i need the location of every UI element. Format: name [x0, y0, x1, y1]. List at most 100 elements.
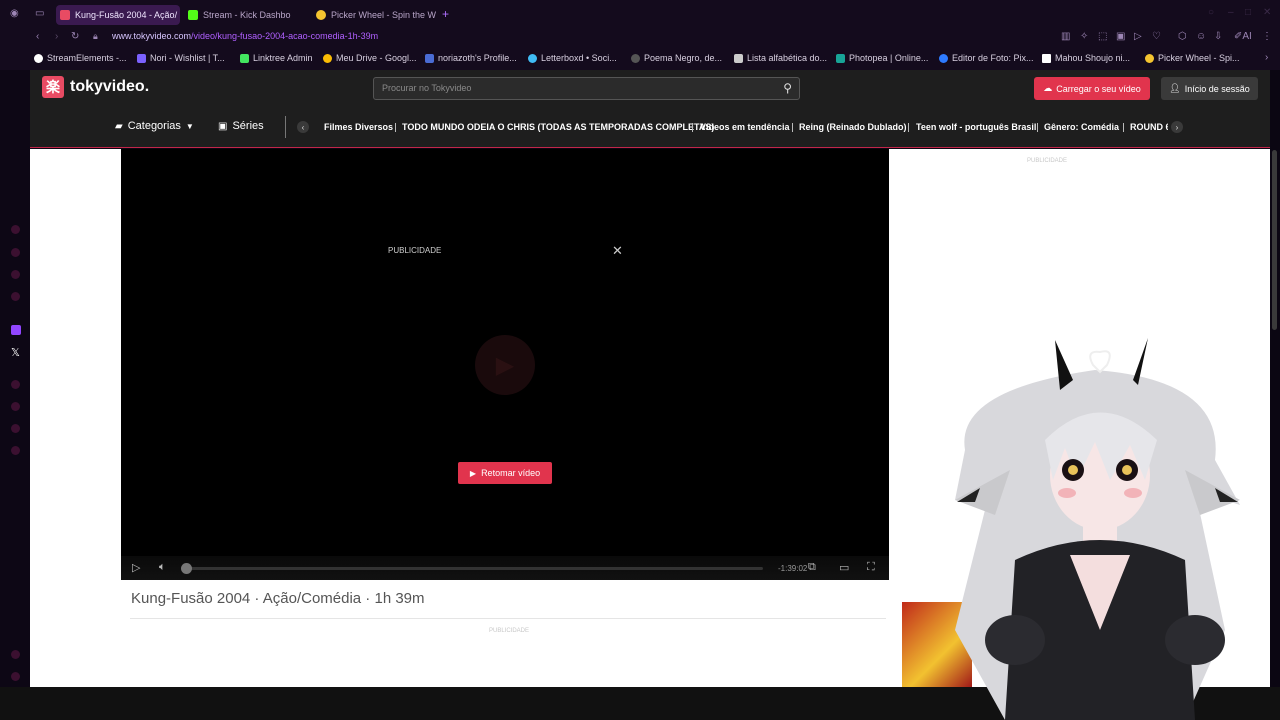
bookmark-poema-negro[interactable]: Poema Negro, de...	[631, 53, 722, 63]
bookmark-letterboxd[interactable]: Letterboxd • Soci...	[528, 53, 617, 63]
twitch-extension-icon[interactable]: ▣	[1116, 31, 1125, 42]
page-scrollbar[interactable]	[1272, 150, 1277, 330]
bookmark-icon[interactable]: ✧	[1080, 31, 1088, 42]
play-button-icon[interactable]: ▷	[132, 561, 140, 574]
progress-bar[interactable]	[183, 567, 763, 570]
nav-link-filmes-diversos[interactable]: Filmes Diversos	[324, 122, 393, 132]
progress-knob[interactable]	[181, 563, 192, 574]
nav-link-reing[interactable]: Reing (Reinado Dublado)	[799, 122, 907, 132]
screenshot-icon[interactable]: ⬚	[1098, 31, 1107, 42]
extensions-icon[interactable]: ⬡	[1178, 31, 1187, 42]
browser-tab-bar: ◉ ▭ Kung-Fusão 2004 - Ação/ Stream - Kic…	[0, 0, 1280, 28]
tokyvideo-logo[interactable]: 楽 tokyvideo.	[42, 76, 149, 98]
nav-link-genero-comedia[interactable]: Gênero: Comédia	[1044, 122, 1119, 132]
bookmark-nori-wishlist[interactable]: Nori - Wishlist | T...	[137, 53, 225, 63]
cloud-upload-icon: ☁	[1043, 83, 1053, 93]
lock-icon[interactable]: 🔒︎	[93, 31, 98, 42]
close-ad-icon[interactable]: ✕	[612, 243, 623, 259]
download-icon[interactable]: ⇩	[1214, 31, 1222, 42]
volume-icon[interactable]: 🔈︎	[159, 561, 166, 574]
nav-separator	[1037, 123, 1038, 132]
big-play-icon[interactable]: ▶	[475, 335, 535, 395]
more-bookmarks-icon[interactable]: ›	[1265, 52, 1268, 63]
document-icon	[734, 53, 743, 63]
bookmark-pixlr-editor[interactable]: Editor de Foto: Pix...	[939, 53, 1034, 63]
sidebar-app-icon[interactable]	[11, 380, 20, 389]
bookmark-photopea[interactable]: Photopea | Online...	[836, 53, 928, 63]
bookmark-mahou-shoujo[interactable]: Mahou Shoujo ni...	[1042, 53, 1130, 63]
tab-kick-dashboard[interactable]: Stream - Kick Dashbo	[188, 5, 306, 25]
bookmark-streamelements[interactable]: StreamElements -...	[34, 53, 127, 63]
maximize-icon[interactable]: □	[1245, 7, 1251, 18]
sidebar-app-icon[interactable]	[11, 292, 20, 301]
tab-picker-wheel[interactable]: Picker Wheel - Spin the W	[316, 5, 436, 25]
fullscreen-icon[interactable]: ⛶	[867, 561, 875, 574]
video-player[interactable]: PUBLICIDADE ✕ ▶ ▶ Retomar vídeo ▷ 🔈︎ -1:…	[121, 149, 889, 580]
tab-kung-fusao[interactable]: Kung-Fusão 2004 - Ação/	[56, 5, 180, 25]
sidebar-app-icon[interactable]	[11, 402, 20, 411]
bookmark-lista-alfabetica[interactable]: Lista alfabética do...	[734, 53, 827, 63]
browser-address-bar: ‹ › ↻ 🔒︎ www.tokyvideo.com/video/kung-fu…	[0, 28, 1280, 48]
player-extension-icon[interactable]: ▷	[1134, 31, 1142, 42]
profile-icon[interactable]: ☺	[1196, 31, 1206, 42]
sidebar-app-icon[interactable]	[11, 225, 20, 234]
x-twitter-icon[interactable]: 𝕏	[11, 346, 20, 359]
back-icon[interactable]: ‹	[36, 31, 39, 42]
photopea-icon	[836, 53, 845, 63]
bookmark-noriazoth-profile[interactable]: noriazoth's Profile...	[425, 53, 517, 63]
upload-video-button[interactable]: ☁ Carregar o seu vídeo	[1034, 77, 1150, 100]
minimize-icon[interactable]: –	[1228, 7, 1234, 18]
sidebar-app-icon[interactable]	[11, 270, 20, 279]
vtuber-avatar-overlay	[955, 338, 1240, 720]
ai-icon[interactable]: ✐AI	[1234, 31, 1252, 42]
nav-scroll-left-icon[interactable]: ‹	[297, 121, 309, 133]
login-button[interactable]: 👤︎ Início de sessão	[1161, 77, 1258, 100]
search-input[interactable]: Procurar no Tokyvideo ⚲	[373, 77, 800, 100]
url-field[interactable]: www.tokyvideo.com/video/kung-fusao-2004-…	[112, 31, 378, 41]
nav-divider	[285, 116, 286, 138]
sidebar-more-icon[interactable]	[11, 672, 20, 681]
folder-icon: ▰	[115, 120, 123, 132]
series-label: Séries	[232, 120, 264, 132]
sidebar-app-icon[interactable]	[11, 248, 20, 257]
nav-link-todo-mundo-odeia-o-chris[interactable]: TODO MUNDO ODEIA O CHRIS (TODAS AS TEMPO…	[402, 122, 714, 132]
resume-video-button[interactable]: ▶ Retomar vídeo	[458, 462, 552, 484]
sidebar-app-icon[interactable]	[11, 446, 20, 455]
search-icon[interactable]: ⚲	[783, 81, 792, 95]
reload-icon[interactable]: ↻	[71, 31, 79, 42]
twitch-icon[interactable]	[11, 325, 21, 335]
bookmark-picker-wheel[interactable]: Picker Wheel - Spi...	[1145, 53, 1240, 63]
search-tabs-icon[interactable]: ○	[1208, 7, 1214, 18]
nav-link-teen-wolf[interactable]: Teen wolf - português Brasil	[916, 122, 1036, 132]
categories-menu[interactable]: ▰ Categorias ▼	[115, 120, 194, 132]
bookmark-google-drive[interactable]: Meu Drive - Googl...	[323, 53, 417, 63]
profile-site-icon	[425, 53, 434, 63]
nav-link-videos-em-tendencia[interactable]: Vídeos em tendência	[700, 122, 790, 132]
forward-icon[interactable]: ›	[55, 31, 58, 42]
split-view-icon[interactable]: ▥	[1061, 31, 1070, 42]
theater-mode-icon[interactable]: ▭	[839, 561, 849, 574]
favorite-icon[interactable]: ♡	[1152, 31, 1161, 42]
tab-overview-icon[interactable]: ▭	[35, 8, 44, 19]
kick-favicon-icon	[188, 10, 198, 20]
nav-scroll-right-icon[interactable]: ›	[1171, 121, 1183, 133]
login-label: Início de sessão	[1184, 83, 1250, 94]
browser-menu-icon[interactable]: ◉	[10, 8, 19, 19]
nav-link-round-6[interactable]: ROUND 6	[1130, 122, 1168, 132]
categories-label: Categorias	[127, 120, 181, 132]
sidebar-settings-icon[interactable]	[11, 650, 20, 659]
series-link[interactable]: ▣ Séries	[218, 120, 264, 132]
side-ad-label: PUBLICIDADE	[1027, 158, 1068, 164]
bookmark-label: noriazoth's Profile...	[438, 53, 517, 63]
tv-icon: ▣	[218, 120, 228, 132]
ad-overlay-label: PUBLICIDADE	[388, 246, 442, 255]
picture-in-picture-icon[interactable]: ⧉	[808, 561, 816, 574]
new-tab-button[interactable]: +	[442, 7, 449, 21]
browser-menu-dots-icon[interactable]: ⋮	[1262, 31, 1272, 42]
sidebar-app-icon[interactable]	[11, 424, 20, 433]
bookmark-linktree[interactable]: Linktree Admin	[240, 53, 313, 63]
time-remaining: -1:39:02	[778, 564, 808, 573]
close-window-icon[interactable]: ✕	[1263, 7, 1271, 18]
caret-down-icon: ▼	[185, 121, 194, 131]
site-header: 楽 tokyvideo. Procurar no Tokyvideo ⚲ ☁ C…	[30, 70, 1270, 148]
